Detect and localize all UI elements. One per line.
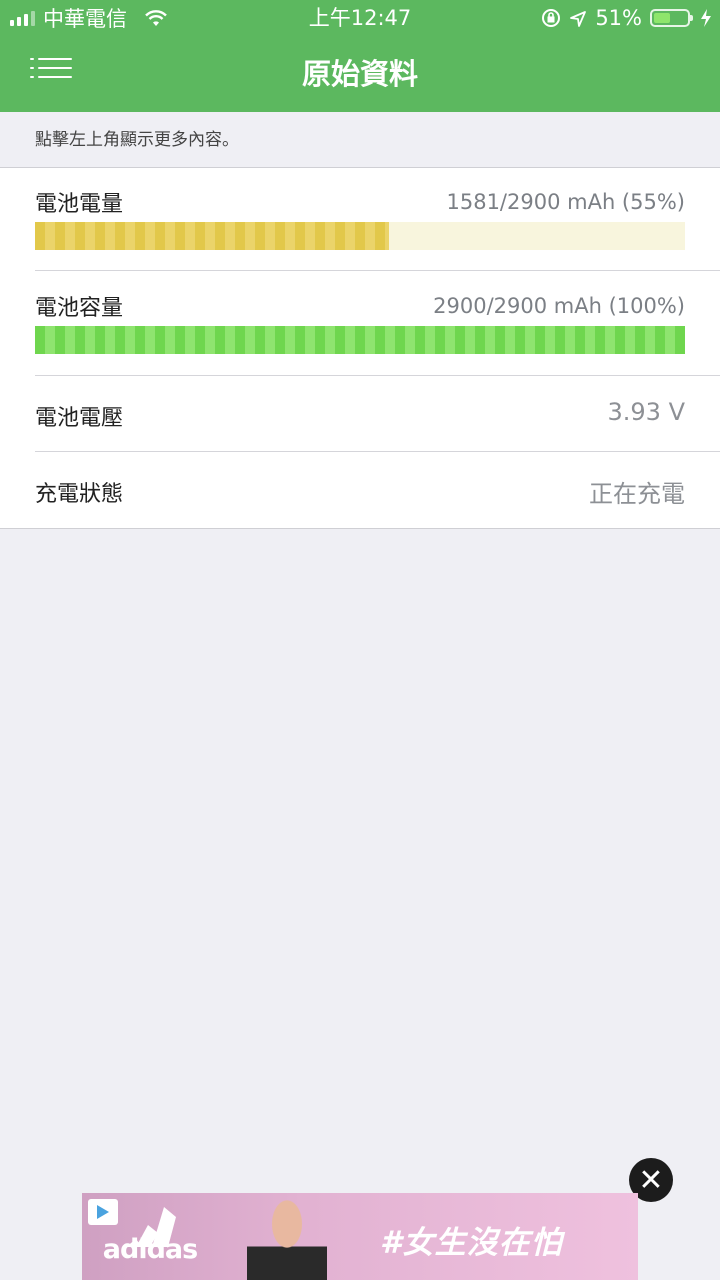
battery-voltage-row: 電池電壓 3.93 V: [35, 376, 720, 452]
ad-brand-text: adidas: [102, 1234, 198, 1265]
battery-percent: 51%: [595, 6, 642, 30]
page-title: 原始資料: [301, 57, 418, 91]
ad-model-image: [247, 1197, 327, 1280]
battery-capacity-row: 電池容量 2900/2900 mAh (100%): [35, 272, 720, 376]
location-arrow-icon: [569, 9, 587, 27]
charging-state-row: 充電狀態 正在充電: [35, 452, 720, 528]
status-bar: 中華電信 上午12:47 51%: [0, 0, 720, 36]
nav-bar: 原始資料: [0, 36, 720, 112]
battery-info-panel: 電池電量 1581/2900 mAh (55%) 電池容量 2900/2900 …: [0, 168, 720, 529]
battery-charge-row: 電池電量 1581/2900 mAh (55%): [35, 168, 720, 272]
charging-state-value: 正在充電: [589, 480, 685, 508]
battery-capacity-bar-fill: [35, 326, 685, 354]
carrier-name: 中華電信: [43, 7, 127, 31]
battery-voltage-value: 3.93 V: [607, 398, 685, 426]
battery-charge-value: 1581/2900 mAh (55%): [446, 190, 685, 214]
divider: [35, 270, 720, 271]
battery-voltage-label: 電池電壓: [35, 406, 124, 431]
battery-charge-label: 電池電量: [35, 192, 124, 217]
hint-text: 點擊左上角顯示更多內容。: [0, 112, 720, 168]
battery-capacity-value: 2900/2900 mAh (100%): [433, 294, 685, 318]
close-icon: ✕: [638, 1162, 664, 1198]
battery-icon: [650, 9, 693, 27]
ad-banner[interactable]: adidas #女生沒在怕: [82, 1193, 638, 1280]
orientation-lock-icon: [541, 8, 561, 28]
adidas-logo: adidas: [100, 1203, 200, 1273]
wifi-icon: [145, 9, 167, 27]
battery-charge-bar: [35, 222, 685, 250]
charging-bolt-icon: [700, 8, 712, 28]
signal-icon: [10, 10, 35, 26]
battery-charge-bar-fill: [35, 222, 389, 250]
ad-slogan: #女生沒在怕: [380, 1225, 563, 1261]
battery-capacity-bar: [35, 326, 685, 354]
battery-capacity-label: 電池容量: [35, 296, 124, 321]
charging-state-label: 充電狀態: [35, 482, 124, 507]
menu-button[interactable]: [30, 54, 76, 90]
